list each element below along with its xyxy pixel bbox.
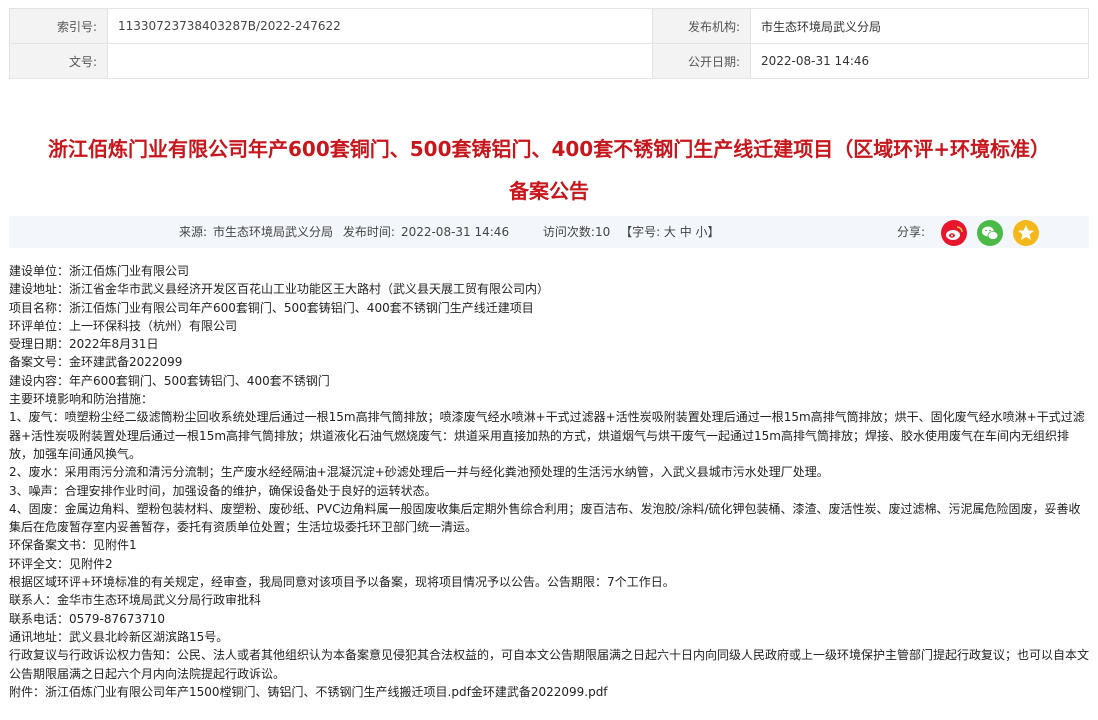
source-line: 来源: 市生态环境局武义分局 发布时间: 2022-08-31 14:46 访问次数… <box>179 216 726 248</box>
body-paragraph: 受理日期：2022年8月31日 <box>9 337 159 352</box>
article-body: 建设单位：浙江佰炼门业有限公司建设地址：浙江省金华市武义县经济开发区百花山工业功… <box>9 262 1089 701</box>
publisher-value: 市生态环境局武义分局 <box>750 8 1089 44</box>
doc-no-label: 文号: <box>9 43 108 79</box>
body-paragraph: 环保备案文书：见附件1 <box>9 538 137 553</box>
body-paragraph: 建设内容：年产600套铜门、500套铸铝门、400套不锈钢门 <box>9 373 330 388</box>
time-value: 2022-08-31 14:46 <box>400 225 510 239</box>
source-label: 来源: <box>179 225 208 239</box>
article-info-bar: 来源: 市生态环境局武义分局 发布时间: 2022-08-31 14:46 访问次数… <box>9 216 1089 248</box>
body-paragraph: 2、废水：采用雨污分流和清污分流制；生产废水经经隔油+混凝沉淀+砂滤处理后一并与… <box>9 465 829 480</box>
body-paragraph: 行政复议与行政诉讼权力告知：公民、法人或者其他组织认为本备案意见侵犯其合法权益的… <box>9 648 1090 681</box>
body-paragraph: 通讯地址：武义县北岭新区湖滨路15号。 <box>9 629 229 644</box>
body-paragraph: 主要环境影响和防治措施： <box>9 392 154 407</box>
body-paragraph: 建设地址：浙江省金华市武义县经济开发区百花山工业功能区王大路村（武义县天展工贸有… <box>9 282 550 297</box>
star-icon[interactable] <box>1013 220 1039 246</box>
metadata-table: 索引号: 11330723738403287B/2022-247622 发布机构… <box>9 8 1089 79</box>
page-title: 浙江佰炼门业有限公司年产600套铜门、500套铸铝门、400套不锈钢门生产线迁建… <box>47 137 1050 203</box>
weibo-icon[interactable] <box>941 220 967 246</box>
publisher-label: 发布机构: <box>652 8 751 44</box>
body-paragraph: 环评全文：见附件2 <box>9 556 113 571</box>
source-value: 市生态环境局武义分局 <box>213 225 334 239</box>
index-value: 11330723738403287B/2022-247622 <box>107 8 653 44</box>
visit-count: 访问次数:10 <box>542 225 611 239</box>
wechat-icon[interactable] <box>977 220 1003 246</box>
doc-no-value <box>107 43 653 79</box>
time-label: 发布时间: <box>342 225 395 239</box>
body-paragraph: 联系人：金华市生态环境局武义分局行政审批科 <box>9 593 262 608</box>
share-label: 分享: <box>897 225 926 239</box>
date-value: 2022-08-31 14:46 <box>750 43 1089 79</box>
date-label: 公开日期: <box>652 43 751 79</box>
body-paragraph: 项目名称：浙江佰炼门业有限公司年产600套铜门、500套铸铝门、400套不锈钢门… <box>9 300 534 315</box>
body-paragraph: 1、废气：喷塑粉尘经二级滤筒粉尘回收系统处理后通过一根15m高排气筒排放；喷漆废… <box>9 410 1085 461</box>
body-paragraph: 4、固废：金属边角料、塑粉包装材料、废塑粉、废砂纸、PVC边角料属一般固废收集后… <box>9 501 1081 535</box>
body-paragraph: 3、噪声：合理安排作业时间，加强设备的维护，确保设备处于良好的运转状态。 <box>9 483 437 498</box>
body-paragraph: 附件：浙江佰炼门业有限公司年产1500樘铜门、铸铝门、不锈钢门生产线搬迁项目.p… <box>9 684 608 699</box>
font-size-switch[interactable]: 【字号: 大 中 小】 <box>620 225 720 239</box>
body-paragraph: 根据区域环评+环境标准的有关规定，经审查，我局同意对该项目予以备案，现将项目情况… <box>9 575 675 590</box>
metadata-row: 索引号: 11330723738403287B/2022-247622 发布机构… <box>9 8 1089 44</box>
body-paragraph: 联系电话：0579-87673710 <box>9 611 165 626</box>
body-paragraph: 备案文号：金环建武备2022099 <box>9 355 183 370</box>
index-label: 索引号: <box>9 8 108 44</box>
body-paragraph: 建设单位：浙江佰炼门业有限公司 <box>9 264 190 278</box>
metadata-row: 文号: 公开日期: 2022-08-31 14:46 <box>9 43 1089 79</box>
body-paragraph: 环评单位：上一环保科技（杭州）有限公司 <box>9 318 238 333</box>
